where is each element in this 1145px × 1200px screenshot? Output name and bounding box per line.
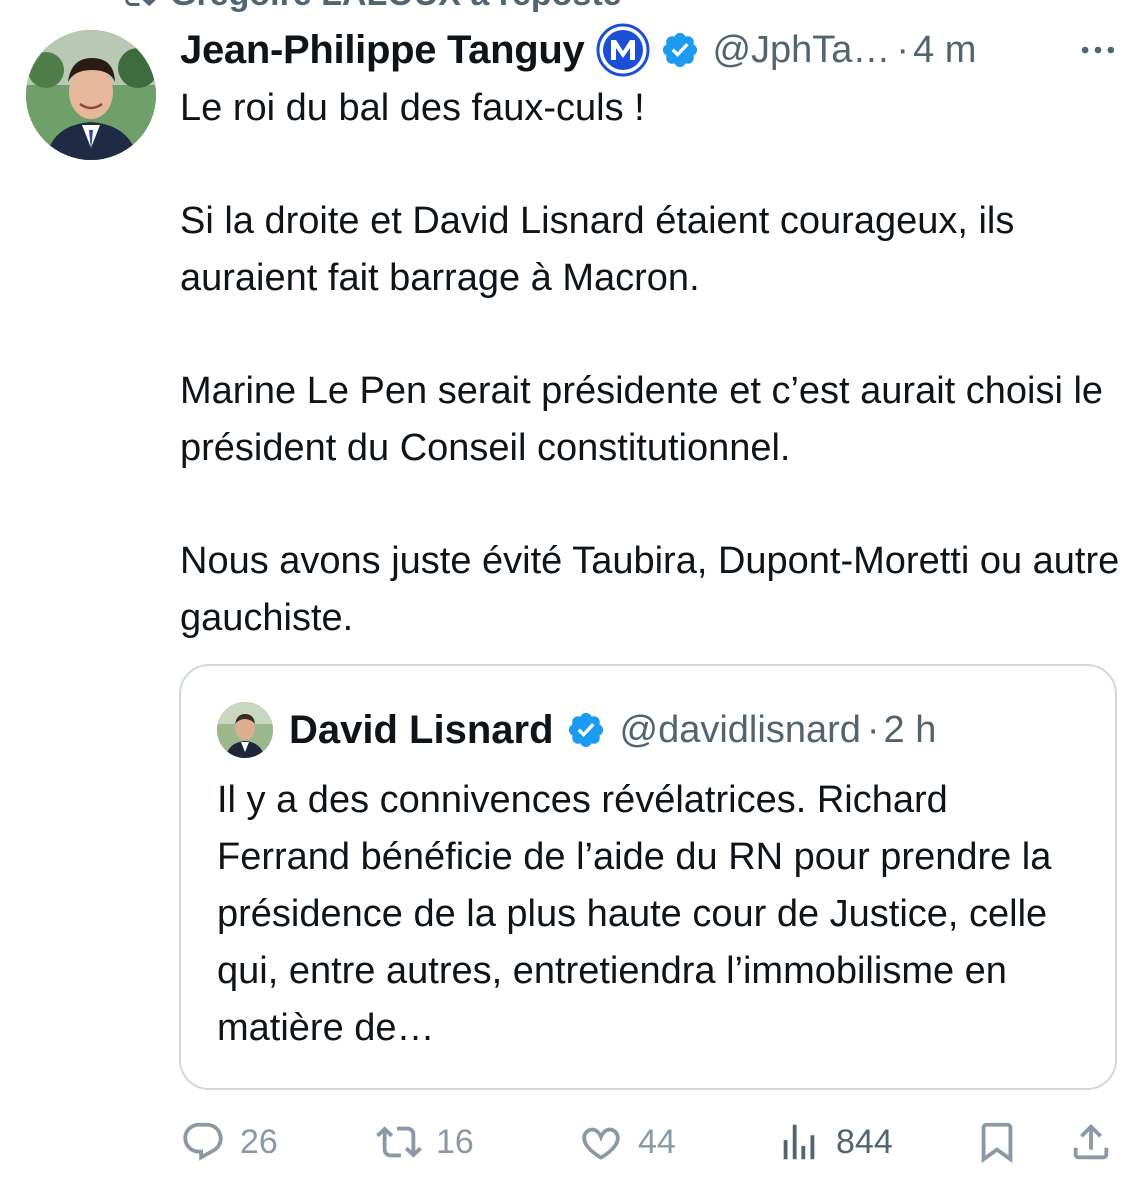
views-count: 844 [836,1122,893,1161]
quoted-author-avatar [217,702,273,758]
heart-icon [582,1127,620,1160]
quoted-author-avatar-image [217,702,273,758]
more-options-icon[interactable] [1076,28,1120,72]
share-button[interactable] [1068,1112,1114,1172]
repost-count: 16 [436,1122,474,1161]
repost-icon [376,1126,422,1158]
header-separator: · [896,28,910,71]
quoted-header-separator: · [866,708,880,751]
tweet-paragraph: Si la droite et David Lisnard étaient co… [180,200,1015,299]
tweet-timestamp[interactable]: 4 m [913,29,976,72]
tweet-header: Jean-Philippe Tanguy @JphTa… · 4 m [180,23,1120,77]
m-affiliation-badge-icon[interactable] [596,23,650,77]
repost-icon [125,0,156,7]
quoted-tweet-timestamp: 2 h [883,708,937,751]
tweet-paragraph: Marine Le Pen serait présidente et c’est… [180,370,1104,469]
share-icon [1073,1123,1109,1160]
reply-icon [183,1122,223,1161]
views-button[interactable]: 844 [776,1112,893,1172]
author-display-name[interactable]: Jean-Philippe Tanguy [180,28,585,73]
tweet-paragraph: Nous avons juste évité Taubira, Dupont-M… [180,540,1120,639]
quoted-author-handle: @davidlisnard [619,708,861,751]
tweet-body: Le roi du bal des faux-culs ! Si la droi… [180,80,1130,647]
repost-banner[interactable]: Grégoire LALOUX a reposté [120,0,622,14]
repost-banner-text: Grégoire LALOUX a reposté [170,0,622,14]
author-avatar[interactable] [26,30,156,160]
reply-count: 26 [240,1122,278,1161]
like-button[interactable]: 44 [578,1112,676,1172]
like-count: 44 [638,1122,676,1161]
verified-badge-icon [568,712,603,748]
repost-button[interactable]: 16 [376,1112,474,1172]
reply-button[interactable]: 26 [180,1112,278,1172]
views-chart-icon [783,1124,815,1160]
author-handle[interactable]: @JphTa… [712,29,890,72]
author-avatar-image [26,30,156,160]
bookmark-icon [981,1122,1013,1163]
quoted-tweet-card[interactable]: David Lisnard @davidlisnard · 2 h Il y a… [179,664,1117,1090]
bookmark-button[interactable] [974,1112,1020,1172]
tweet-action-bar: 26 16 44 844 [180,1112,1120,1172]
quoted-tweet-body: Il y a des connivences révélatrices. Ric… [217,779,1052,1049]
tweet-paragraph: Le roi du bal des faux-culs ! [180,87,645,129]
quoted-tweet-header: David Lisnard @davidlisnard · 2 h [217,700,936,760]
verified-badge-icon [663,32,698,68]
quoted-author-display-name: David Lisnard [289,707,554,752]
